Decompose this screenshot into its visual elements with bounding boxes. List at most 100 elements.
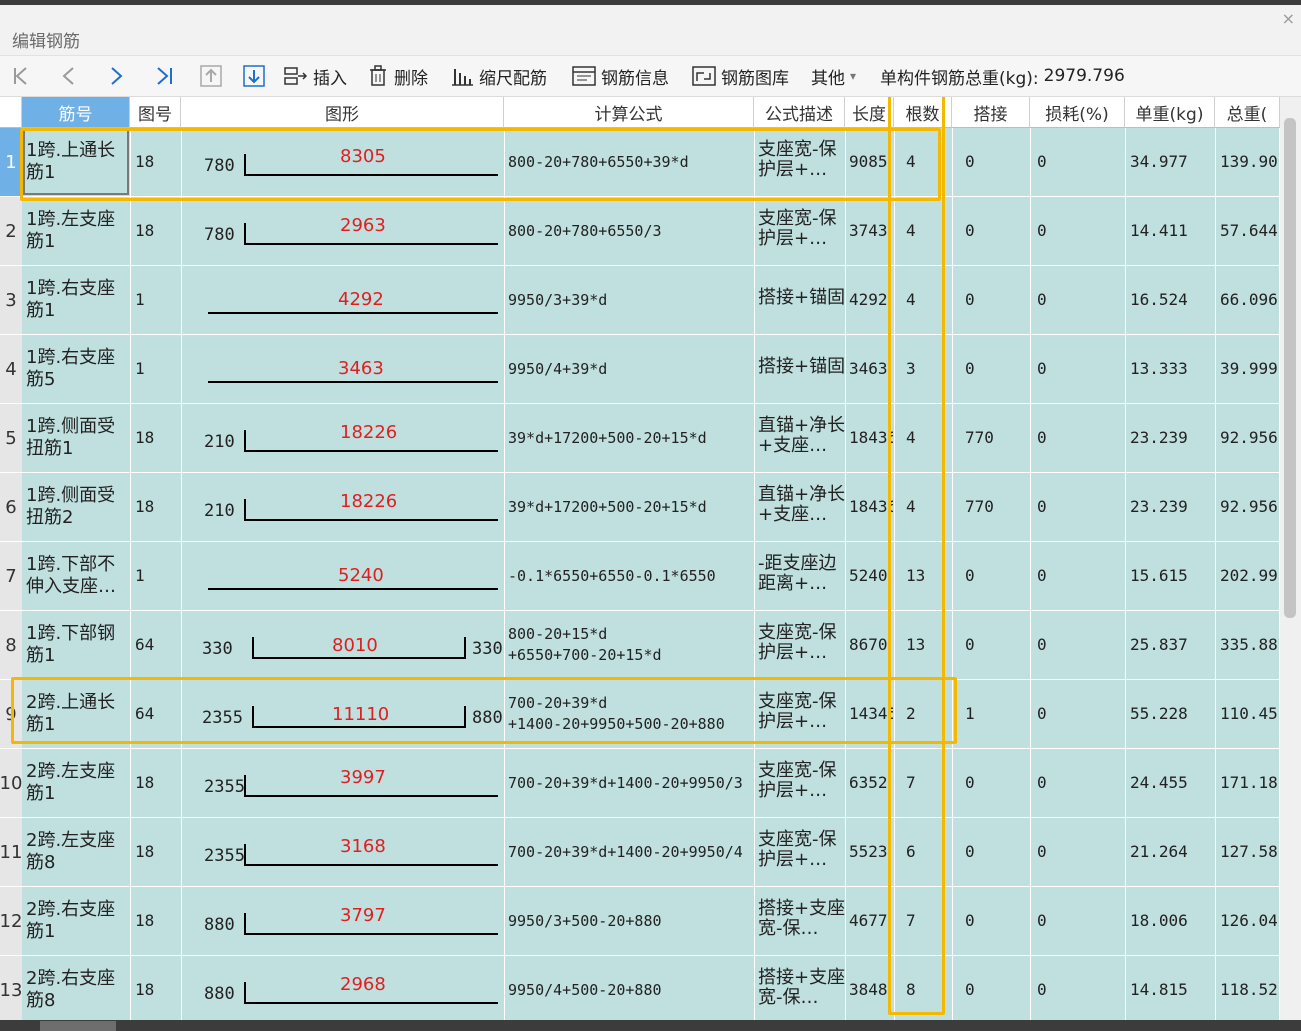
lap-count[interactable]: 0 [965, 911, 975, 930]
figure-number[interactable]: 18 [135, 842, 154, 861]
rebar-name[interactable]: 1跨.下部钢 筋1 [26, 623, 115, 667]
calc-formula[interactable]: 700-20+39*d+1400-20+9950/3 [508, 773, 743, 794]
loss-percent[interactable]: 0 [1037, 980, 1047, 999]
lap-count[interactable]: 0 [965, 290, 975, 309]
lap-count[interactable]: 770 [965, 497, 994, 516]
rebar-library-button[interactable]: 钢筋图库 [692, 64, 789, 89]
rebar-shape[interactable]: 880 2968 [182, 956, 502, 1020]
unit-weight[interactable]: 21.264 [1130, 842, 1188, 861]
row-header[interactable]: 2 [0, 197, 22, 266]
rebar-shape[interactable]: 780 2963 [182, 197, 502, 266]
total-weight-cell[interactable]: 39.999 [1220, 359, 1278, 378]
column-header-description[interactable]: 公式描述 [754, 97, 845, 128]
rebar-shape[interactable]: 2355 3168 [182, 818, 502, 887]
formula-description[interactable]: 搭接+锚固 [758, 288, 845, 308]
rebar-name[interactable]: 2跨.左支座 筋1 [26, 761, 115, 805]
loss-percent[interactable]: 0 [1037, 773, 1047, 792]
loss-percent[interactable]: 0 [1037, 842, 1047, 861]
row-header[interactable]: 5 [0, 404, 22, 473]
rebar-length[interactable]: 4677 [849, 911, 893, 930]
last-record-icon[interactable] [154, 64, 176, 88]
calc-formula[interactable]: -0.1*6550+6550-0.1*6550 [508, 566, 716, 587]
total-weight-cell[interactable]: 92.956 [1220, 497, 1278, 516]
rebar-shape[interactable]: 330 330 8010 [182, 611, 503, 680]
unit-weight[interactable]: 18.006 [1130, 911, 1188, 930]
lap-count[interactable]: 770 [965, 428, 994, 447]
column-header-loss[interactable]: 损耗(%) [1030, 97, 1125, 128]
loss-percent[interactable]: 0 [1037, 635, 1047, 654]
lap-count[interactable]: 0 [965, 980, 975, 999]
loss-percent[interactable]: 0 [1037, 221, 1047, 240]
formula-description[interactable]: 搭接+锚固 [758, 357, 845, 377]
rebar-name[interactable]: 1跨.侧面受 扭筋1 [26, 416, 115, 460]
calc-formula[interactable]: 800-20+780+6550/3 [508, 221, 662, 242]
column-header-name[interactable]: 筋号 [22, 97, 130, 128]
delete-button[interactable]: 删除 [367, 64, 428, 89]
calc-formula[interactable]: 9950/4+39*d [508, 359, 607, 380]
unit-weight[interactable]: 14.411 [1130, 221, 1188, 240]
rebar-name[interactable]: 1跨.侧面受 扭筋2 [26, 485, 115, 529]
other-menu-button[interactable]: 其他 ▾ [811, 64, 856, 89]
calc-formula[interactable]: 800-20+15*d +6550+700-20+15*d [508, 624, 662, 666]
loss-percent[interactable]: 0 [1037, 290, 1047, 309]
rebar-name[interactable]: 1跨.左支座 筋1 [26, 209, 115, 253]
lap-count[interactable]: 0 [965, 359, 975, 378]
calc-formula[interactable]: 700-20+39*d+1400-20+9950/4 [508, 842, 743, 863]
column-header-unit-weight[interactable]: 单重(kg) [1125, 97, 1215, 128]
rebar-length[interactable]: 6352 [849, 773, 893, 792]
rebar-name[interactable]: 1跨.右支座 筋1 [26, 278, 115, 322]
unit-weight[interactable]: 16.524 [1130, 290, 1188, 309]
next-record-icon[interactable] [107, 64, 125, 88]
rebar-length[interactable]: 3848 [849, 980, 893, 999]
total-weight-cell[interactable]: 66.096 [1220, 290, 1278, 309]
unit-weight[interactable]: 23.239 [1130, 497, 1188, 516]
formula-description[interactable]: 支座宽-保 护层+… [758, 623, 837, 663]
total-weight-cell[interactable]: 57.644 [1220, 221, 1278, 240]
rebar-shape[interactable]: 210 18226 [182, 473, 502, 542]
rebar-shape[interactable]: 210 18226 [182, 404, 502, 473]
lap-count[interactable]: 1 [965, 704, 975, 723]
figure-number[interactable]: 18 [135, 221, 154, 240]
lap-count[interactable]: 0 [965, 566, 975, 585]
vertical-scroll-thumb[interactable] [1284, 118, 1296, 618]
column-header-formula[interactable]: 计算公式 [504, 97, 754, 128]
column-header-shape[interactable]: 图形 [181, 97, 504, 128]
lap-count[interactable]: 0 [965, 635, 975, 654]
loss-percent[interactable]: 0 [1037, 704, 1047, 723]
formula-description[interactable]: 直锚+净长 +支座… [758, 416, 845, 456]
formula-description[interactable]: 搭接+支座 宽-保… [758, 968, 845, 1008]
column-header-figure[interactable]: 图号 [130, 97, 181, 128]
rebar-name[interactable]: 2跨.右支座 筋8 [26, 968, 115, 1012]
rebar-shape[interactable]: 5240 [182, 542, 502, 611]
loss-percent[interactable]: 0 [1037, 566, 1047, 585]
formula-description[interactable]: 支座宽-保 护层+… [758, 209, 837, 249]
insert-button[interactable]: 插入 [284, 64, 347, 89]
loss-percent[interactable]: 0 [1037, 497, 1047, 516]
rebar-name[interactable]: 1跨.下部不 伸入支座… [26, 554, 116, 598]
row-header[interactable]: 11 [0, 818, 22, 887]
figure-number[interactable]: 64 [135, 635, 154, 654]
previous-record-icon[interactable] [60, 64, 78, 88]
total-weight-cell[interactable]: 171.185 [1220, 773, 1278, 792]
total-weight-cell[interactable]: 110.456 [1220, 704, 1278, 723]
unit-weight[interactable]: 13.333 [1130, 359, 1188, 378]
figure-number[interactable]: 18 [135, 911, 154, 930]
horizontal-scrollbar[interactable] [0, 1020, 1301, 1031]
calc-formula[interactable]: 9950/3+39*d [508, 290, 607, 311]
rebar-shape[interactable]: 2355 3997 [182, 749, 502, 818]
row-header[interactable]: 6 [0, 473, 22, 542]
rebar-name[interactable]: 2跨.左支座 筋8 [26, 830, 115, 874]
total-weight-cell[interactable]: 92.956 [1220, 428, 1278, 447]
calc-formula[interactable]: 39*d+17200+500-20+15*d [508, 428, 707, 449]
unit-weight[interactable]: 14.815 [1130, 980, 1188, 999]
figure-number[interactable]: 1 [135, 359, 145, 378]
loss-percent[interactable]: 0 [1037, 911, 1047, 930]
row-header[interactable]: 1 [0, 128, 22, 197]
rebar-length[interactable]: 3463 [849, 359, 893, 378]
unit-weight[interactable]: 24.455 [1130, 773, 1188, 792]
close-icon[interactable]: × [1282, 9, 1295, 28]
row-header[interactable]: 12 [0, 887, 22, 956]
rebar-shape[interactable]: 4292 [182, 266, 502, 335]
unit-weight[interactable]: 55.228 [1130, 704, 1188, 723]
formula-description[interactable]: -距支座边 距离+… [758, 554, 837, 594]
